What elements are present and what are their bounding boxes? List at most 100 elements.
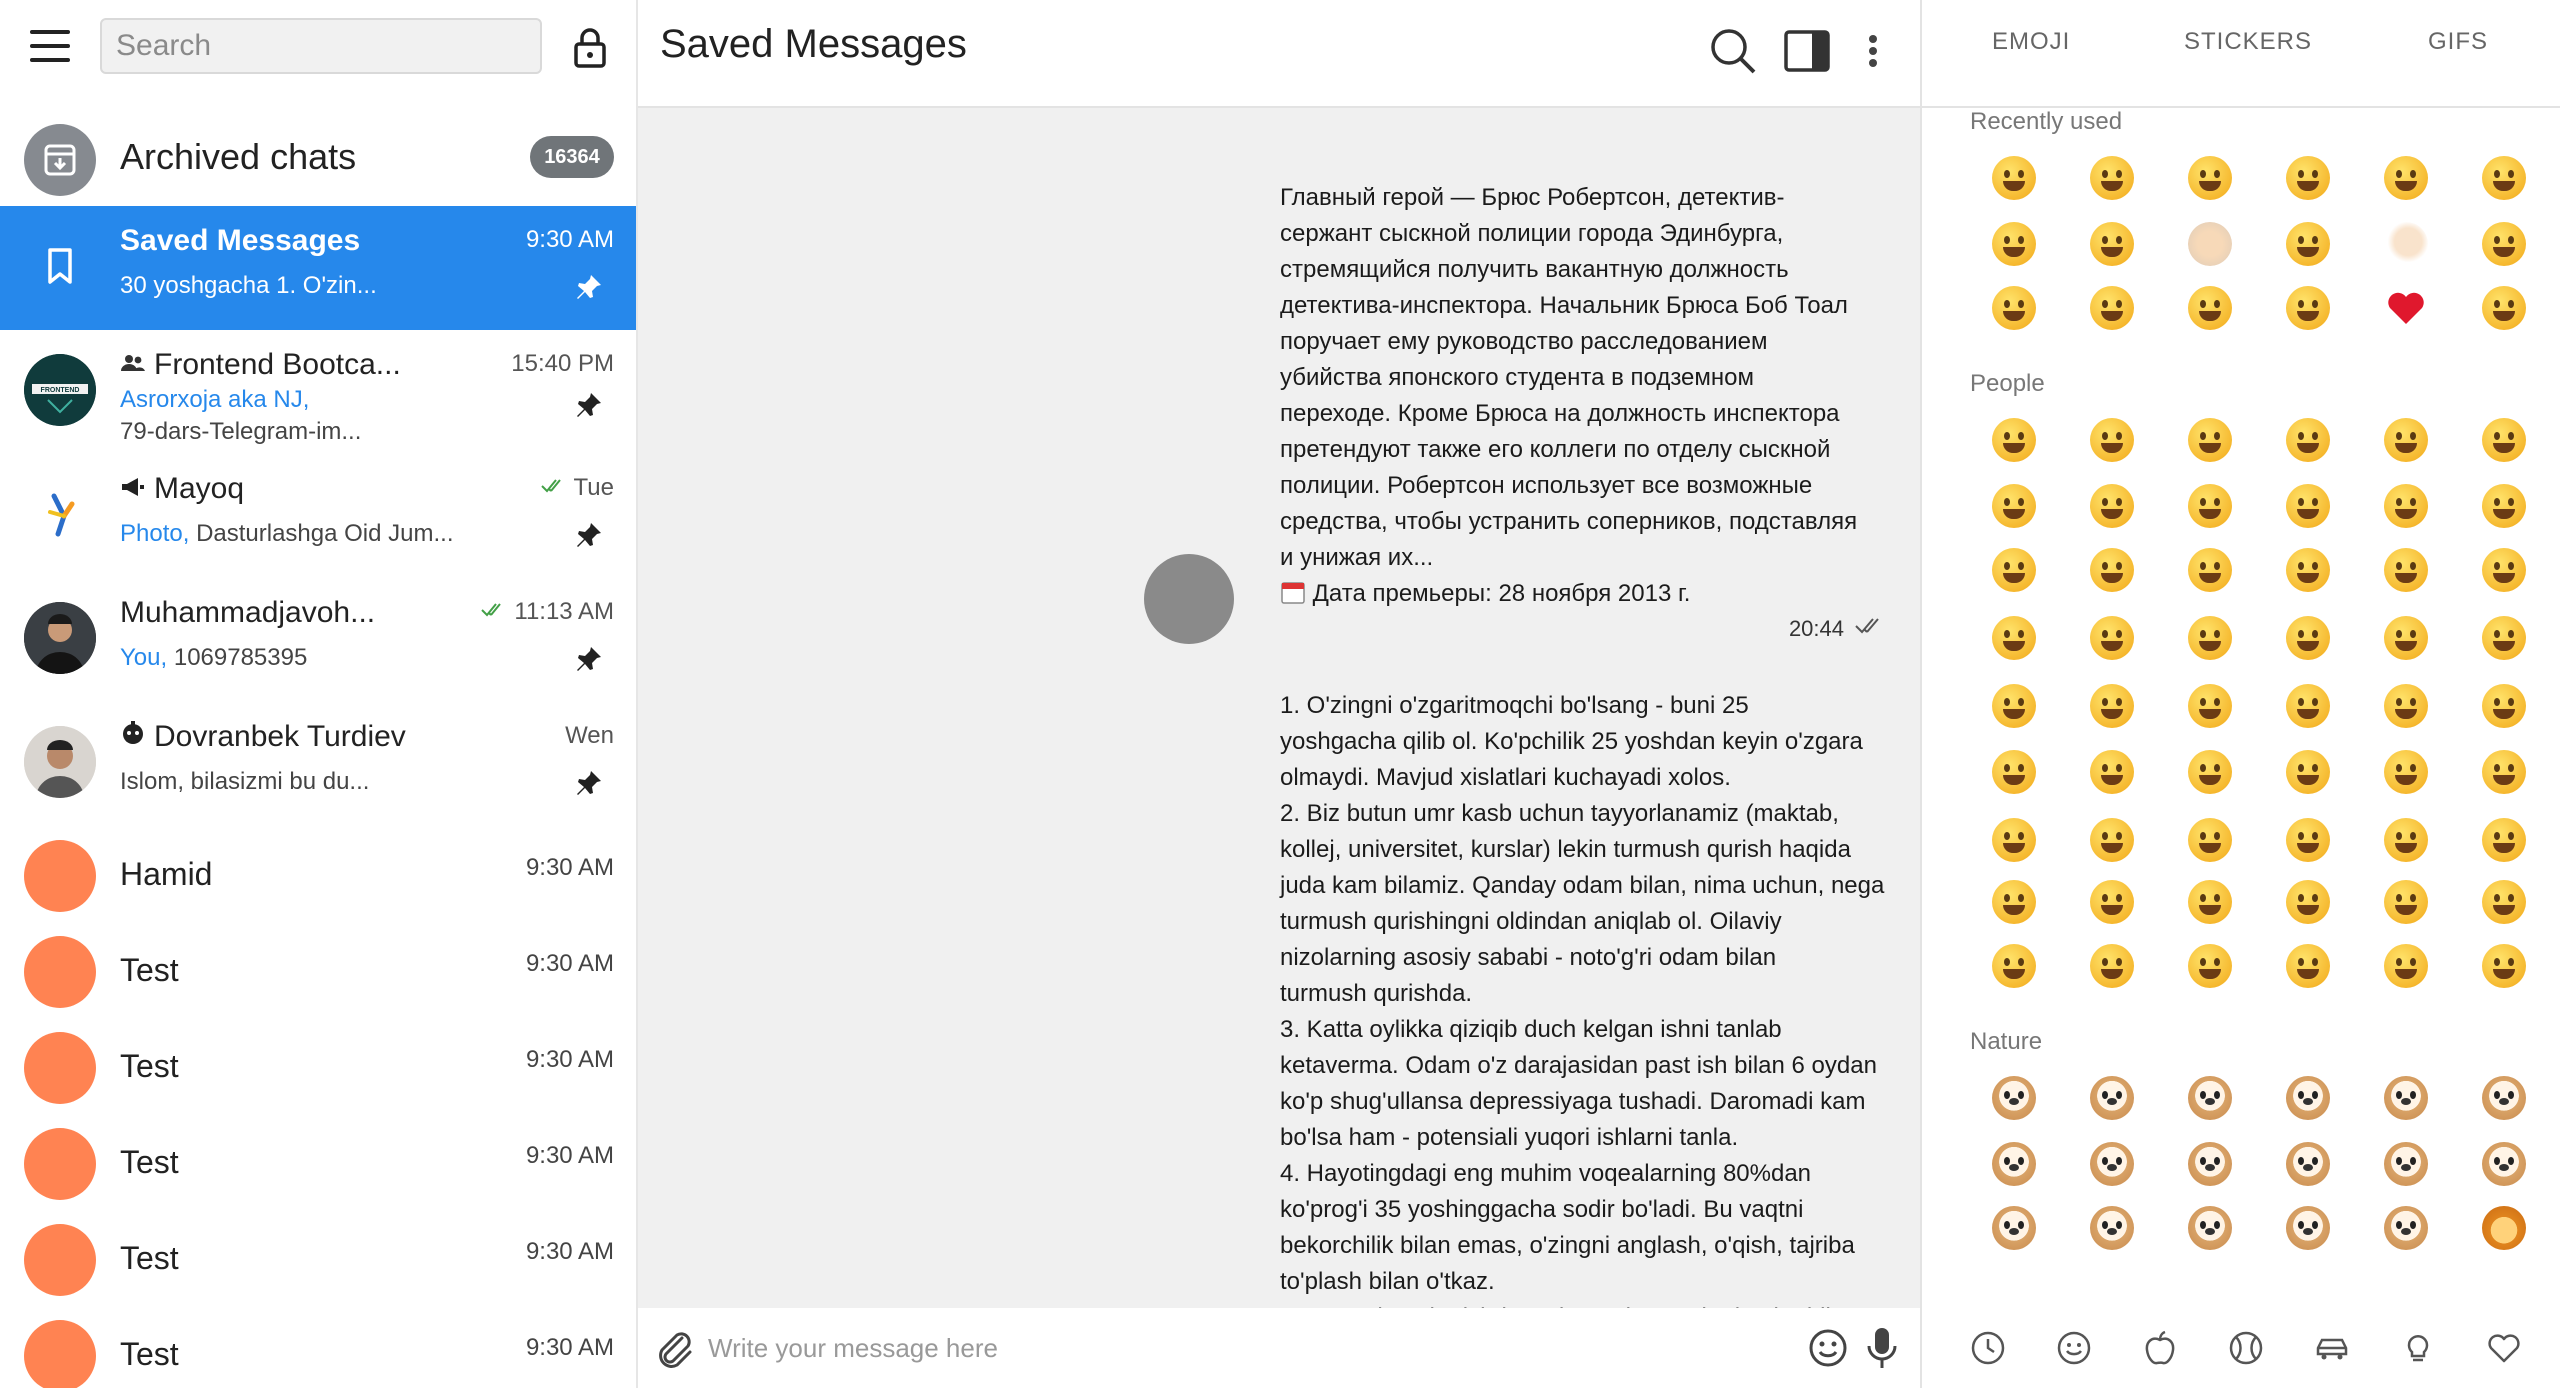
smiley-emoji[interactable]	[1992, 156, 2036, 200]
dog-face-emoji[interactable]	[2188, 1076, 2232, 1120]
dog-face-emoji[interactable]	[2286, 1142, 2330, 1186]
smiley-emoji[interactable]	[2482, 156, 2526, 200]
smiley-emoji[interactable]	[2090, 818, 2134, 862]
smiley-emoji[interactable]	[2090, 418, 2134, 462]
smiley-emoji[interactable]	[2482, 418, 2526, 462]
dog-face-emoji[interactable]	[2384, 1076, 2428, 1120]
chat-item-test[interactable]: Test 9:30 AM	[0, 1306, 636, 1388]
apple-icon[interactable]	[2140, 1328, 2180, 1368]
smiley-emoji[interactable]	[2286, 484, 2330, 528]
smiley-emoji[interactable]	[2090, 222, 2134, 266]
tab-stickers[interactable]: STICKERS	[2184, 28, 2312, 56]
smiley-emoji[interactable]	[2188, 548, 2232, 592]
smiley-emoji[interactable]	[1992, 286, 2036, 330]
chat-item-muhammadjavoh[interactable]: Muhammadjavoh... 11:13 AM You, 106978539…	[0, 578, 636, 702]
message-input[interactable]	[708, 1320, 1718, 1376]
smiley-emoji[interactable]	[2384, 684, 2428, 728]
heart-icon[interactable]	[2484, 1328, 2524, 1368]
dog-face-emoji[interactable]	[2286, 1076, 2330, 1120]
dog-face-emoji[interactable]	[2188, 1206, 2232, 1250]
more-options-icon[interactable]	[1858, 26, 1888, 76]
tab-gifs[interactable]: GIFS	[2428, 28, 2488, 56]
dog-face-emoji[interactable]	[2384, 1142, 2428, 1186]
dog-face-emoji[interactable]	[2090, 1206, 2134, 1250]
smiley-emoji[interactable]	[2188, 684, 2232, 728]
smiley-emoji[interactable]	[2090, 286, 2134, 330]
smiley-emoji[interactable]	[1992, 222, 2036, 266]
smiley-emoji[interactable]	[2188, 616, 2232, 660]
smiley-emoji[interactable]	[2482, 548, 2526, 592]
clapping-hands-emoji[interactable]	[2188, 222, 2232, 266]
smiley-emoji[interactable]	[2286, 684, 2330, 728]
chat-item-mayoq[interactable]: Mayoq Tue Photo, Dasturlashga Oid Jum...	[0, 454, 636, 578]
search-icon[interactable]	[1708, 26, 1758, 76]
smiley-emoji[interactable]	[2286, 944, 2330, 988]
smiley-emoji[interactable]	[1992, 684, 2036, 728]
smiley-emoji[interactable]	[2286, 222, 2330, 266]
dog-face-emoji[interactable]	[1992, 1206, 2036, 1250]
microphone-icon[interactable]	[1862, 1324, 1902, 1372]
dog-face-emoji[interactable]	[2482, 1142, 2526, 1186]
smiley-emoji[interactable]	[2384, 880, 2428, 924]
smiley-emoji[interactable]	[2384, 484, 2428, 528]
smiley-emoji[interactable]	[2482, 286, 2526, 330]
smiley-emoji[interactable]	[1992, 484, 2036, 528]
smiley-emoji[interactable]	[2286, 156, 2330, 200]
smiley-emoji[interactable]	[1992, 750, 2036, 794]
dog-face-emoji[interactable]	[2286, 1206, 2330, 1250]
smiley-emoji[interactable]	[2286, 880, 2330, 924]
smiley-emoji[interactable]	[2482, 484, 2526, 528]
lightbulb-icon[interactable]	[2398, 1328, 2438, 1368]
smiley-emoji[interactable]	[2286, 418, 2330, 462]
smiley-emoji[interactable]	[2188, 944, 2232, 988]
dog-face-emoji[interactable]	[2188, 1142, 2232, 1186]
smiley-emoji[interactable]	[1992, 418, 2036, 462]
chat-item-test[interactable]: Test 9:30 AM	[0, 922, 636, 1018]
smiley-emoji[interactable]	[2090, 880, 2134, 924]
menu-icon[interactable]	[30, 30, 70, 62]
smiley-emoji[interactable]	[2482, 818, 2526, 862]
archived-chats[interactable]: Archived chats 16364	[0, 112, 636, 208]
dog-face-emoji[interactable]	[1992, 1076, 2036, 1120]
smiley-icon[interactable]	[1806, 1326, 1850, 1370]
smiley-icon[interactable]	[2054, 1328, 2094, 1368]
smiley-emoji[interactable]	[2090, 156, 2134, 200]
clock-icon[interactable]	[1968, 1328, 2008, 1368]
smiley-emoji[interactable]	[2286, 286, 2330, 330]
smiley-emoji[interactable]	[2482, 944, 2526, 988]
smiley-emoji[interactable]	[2188, 484, 2232, 528]
smiley-emoji[interactable]	[2384, 818, 2428, 862]
smiley-emoji[interactable]	[2090, 484, 2134, 528]
dog-face-emoji[interactable]	[2090, 1076, 2134, 1120]
smiley-emoji[interactable]	[2286, 548, 2330, 592]
smiley-emoji[interactable]	[2482, 222, 2526, 266]
car-icon[interactable]	[2312, 1328, 2352, 1368]
lock-icon[interactable]	[570, 26, 610, 68]
smiley-emoji[interactable]	[2090, 684, 2134, 728]
smiley-emoji[interactable]	[1992, 616, 2036, 660]
smiley-emoji[interactable]	[2286, 750, 2330, 794]
smiley-emoji[interactable]	[2384, 418, 2428, 462]
smiley-emoji[interactable]	[2482, 880, 2526, 924]
lion-face-emoji[interactable]	[2482, 1206, 2526, 1250]
dog-face-emoji[interactable]	[1992, 1142, 2036, 1186]
smiley-emoji[interactable]	[2090, 548, 2134, 592]
smiley-emoji[interactable]	[1992, 880, 2036, 924]
chat-item-test[interactable]: Test 9:30 AM	[0, 1114, 636, 1210]
heart-emoji[interactable]	[2384, 286, 2428, 330]
smiley-emoji[interactable]	[2188, 818, 2232, 862]
ok-hand-emoji[interactable]	[2384, 222, 2428, 266]
message[interactable]: Главный герой — Брюс Робертсон, детектив…	[1280, 180, 1920, 612]
smiley-emoji[interactable]	[2384, 616, 2428, 660]
dog-face-emoji[interactable]	[2384, 1206, 2428, 1250]
smiley-emoji[interactable]	[2090, 750, 2134, 794]
tab-emoji[interactable]: EMOJI	[1992, 28, 2070, 56]
smiley-emoji[interactable]	[2384, 944, 2428, 988]
smiley-emoji[interactable]	[2090, 944, 2134, 988]
smiley-emoji[interactable]	[2090, 616, 2134, 660]
message[interactable]: 1. O'zingni o'zgaritmoqchi bo'lsang - bu…	[1280, 688, 1920, 1308]
smiley-emoji[interactable]	[2384, 750, 2428, 794]
smiley-emoji[interactable]	[2188, 750, 2232, 794]
smiley-emoji[interactable]	[1992, 944, 2036, 988]
smiley-emoji[interactable]	[2286, 818, 2330, 862]
